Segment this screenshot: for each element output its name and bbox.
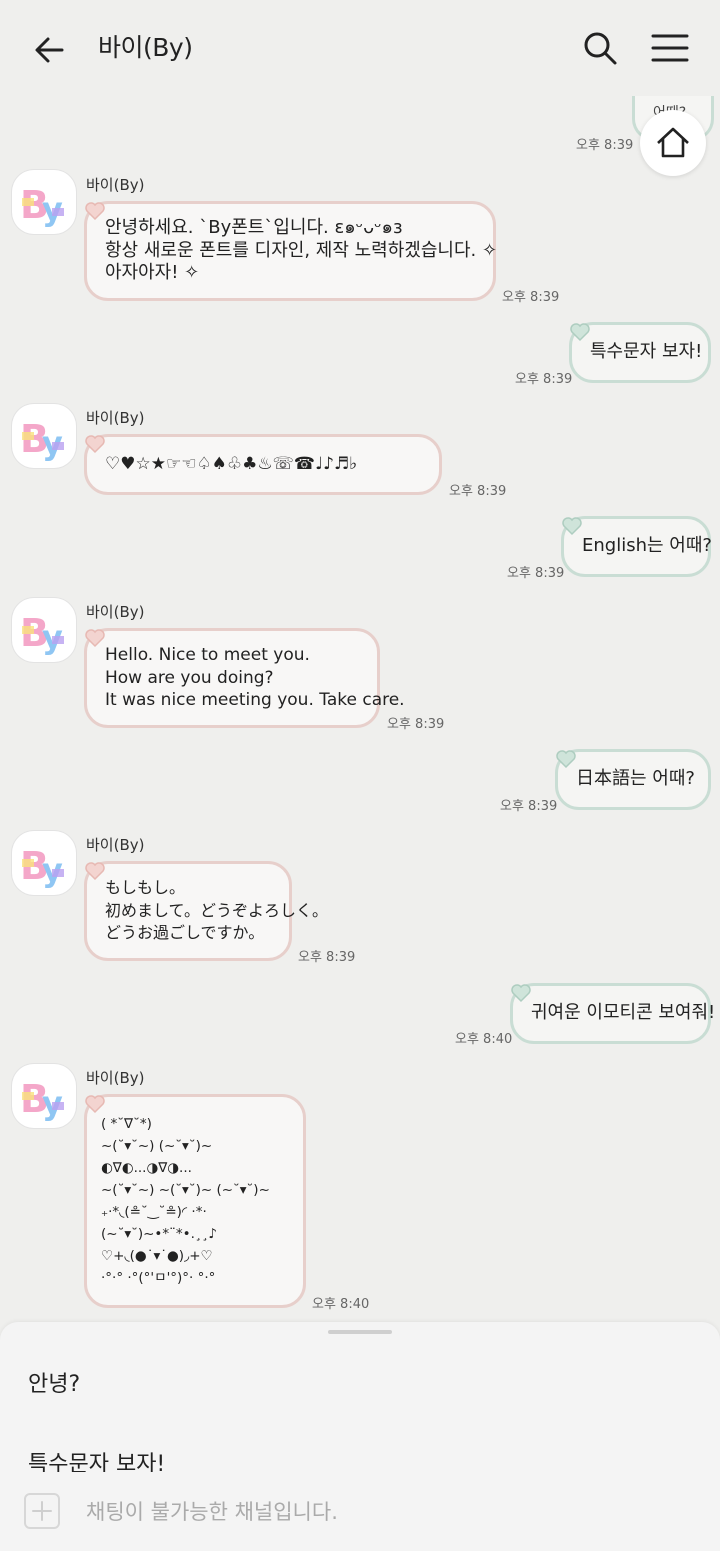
message-time: 오후 8:39	[500, 799, 558, 814]
heart-icon	[570, 323, 590, 342]
heart-icon	[85, 629, 105, 648]
sender-name: 바이(By)	[86, 176, 145, 194]
message-time: 오후 8:40	[312, 1297, 370, 1312]
message-time: 오후 8:40	[455, 1032, 513, 1047]
message-bubble: 안녕하세요. `By폰트`입니다. ε๑ᵕᴗᵕ๑ɜ 항상 새로운 폰트를 디자인…	[84, 201, 498, 301]
sheet-drag-handle[interactable]	[328, 1330, 392, 1334]
hamburger-menu-icon	[651, 34, 689, 62]
message-text: もしもし。 初めまして。どうぞよろしく。 どうお過ごしですか。	[105, 878, 329, 943]
by-logo-icon: B y	[20, 417, 64, 462]
sender-name: 바이(By)	[86, 603, 145, 621]
avatar[interactable]: B y	[12, 598, 76, 662]
chat-title: 바이(By)	[98, 33, 193, 62]
heart-icon	[562, 517, 582, 536]
by-logo-icon: B y	[20, 611, 64, 656]
my-message-bubble: 귀여운 이모티콘 보여줘!	[510, 983, 715, 1044]
back-arrow-icon	[35, 37, 64, 63]
by-logo-icon: B y	[20, 1077, 64, 1122]
message-time: 오후 8:39	[502, 290, 560, 305]
partial-message-time: 오후 8:39	[576, 138, 634, 153]
message-text: 日本語는 어때?	[576, 768, 695, 790]
my-message-bubble: English는 어때?	[561, 516, 712, 577]
avatar[interactable]: B y	[12, 831, 76, 895]
quick-reply-sheet: 안녕? 특수문자 보자! 채팅이 불가능한 채널입니다.	[0, 1322, 720, 1551]
message-time: 오후 8:39	[515, 372, 573, 387]
quick-reply-option[interactable]: 안녕?	[28, 1366, 80, 1398]
chat-input-bar: 채팅이 불가능한 채널입니다.	[0, 1482, 720, 1551]
menu-button[interactable]	[650, 28, 690, 68]
heart-icon	[85, 1095, 105, 1114]
heart-icon	[85, 862, 105, 881]
heart-icon	[85, 435, 105, 454]
message-time: 오후 8:39	[449, 484, 507, 499]
my-message-bubble: 日本語는 어때?	[555, 749, 711, 810]
heart-icon	[85, 202, 105, 221]
sender-name: 바이(By)	[86, 1069, 145, 1087]
message-time: 오후 8:39	[298, 950, 356, 965]
sender-name: 바이(By)	[86, 409, 145, 427]
message-text: 귀여운 이모티콘 보여줘!	[531, 1002, 716, 1024]
message-text: ♡♥☆★☞☜♤♠♧♣♨☏☎♩♪♬♭	[105, 454, 358, 475]
message-time: 오후 8:39	[507, 566, 565, 581]
by-logo-icon: B y	[20, 844, 64, 889]
message-bubble: ♡♥☆★☞☜♤♠♧♣♨☏☎♩♪♬♭	[84, 434, 442, 495]
sender-name: 바이(By)	[86, 836, 145, 854]
message-bubble: Hello. Nice to meet you. How are you doi…	[84, 628, 405, 728]
avatar[interactable]: B y	[12, 1064, 76, 1128]
top-bar: 바이(By)	[0, 0, 720, 98]
message-bubble: ( *˘∇˘*) ~(˘▾˘~) (~˘▾˘)~ ◐∇◐...◑∇◑... ~(…	[84, 1094, 306, 1308]
back-button[interactable]	[30, 30, 70, 70]
attach-button[interactable]	[24, 1493, 60, 1529]
chat-input-disabled-text: 채팅이 불가능한 채널입니다.	[86, 1500, 338, 1524]
home-button[interactable]	[640, 110, 706, 176]
message-text: English는 어때?	[582, 535, 712, 557]
quick-reply-option[interactable]: 특수문자 보자!	[28, 1446, 165, 1472]
message-text: ( *˘∇˘*) ~(˘▾˘~) (~˘▾˘)~ ◐∇◐...◑∇◑... ~(…	[101, 1116, 270, 1286]
heart-icon	[556, 750, 576, 769]
home-icon	[657, 127, 689, 158]
message-text: 안녕하세요. `By폰트`입니다. ε๑ᵕᴗᵕ๑ɜ 항상 새로운 폰트를 디자인…	[105, 217, 498, 284]
search-button[interactable]	[580, 28, 620, 68]
message-time: 오후 8:39	[387, 717, 445, 732]
by-logo-icon: B y	[20, 183, 64, 228]
message-bubble: もしもし。 初めまして。どうぞよろしく。 どうお過ごしですか。	[84, 861, 328, 961]
search-icon	[584, 32, 617, 65]
avatar[interactable]: B y	[12, 404, 76, 468]
message-text: 특수문자 보자!	[590, 341, 703, 363]
plus-icon	[32, 1501, 52, 1521]
heart-icon	[511, 984, 531, 1003]
message-text: Hello. Nice to meet you. How are you doi…	[105, 645, 405, 711]
avatar[interactable]: B y	[12, 170, 76, 234]
